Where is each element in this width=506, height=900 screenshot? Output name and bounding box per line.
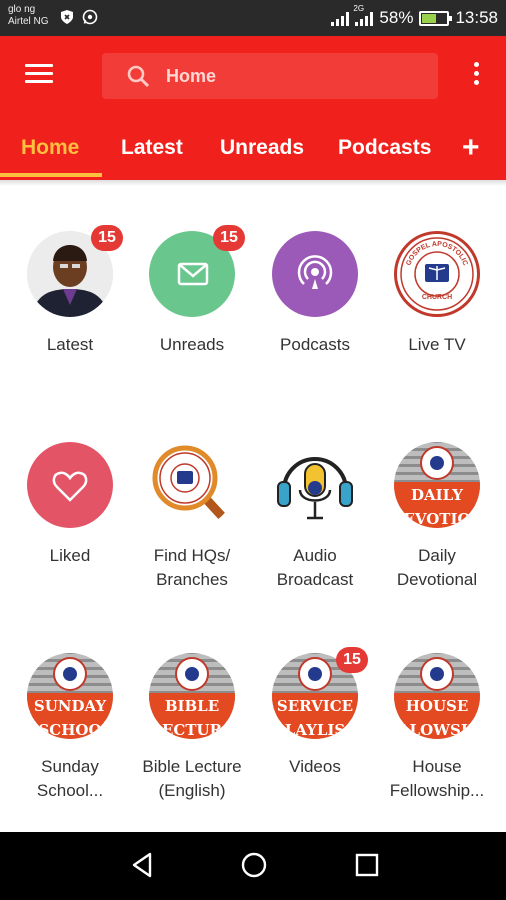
carrier-1: glo ng bbox=[8, 4, 36, 15]
network-type: 2G bbox=[353, 4, 365, 13]
thumb-banner-2: SCHOO bbox=[27, 717, 113, 739]
tile-label-line2: Broadcast bbox=[276, 570, 354, 589]
whatsapp-icon bbox=[82, 9, 98, 25]
tile-label-line1: House bbox=[412, 757, 462, 776]
overflow-menu-icon[interactable] bbox=[472, 62, 480, 92]
tile-live-tv[interactable]: GOSPEL APOSTOLIC CHURCH Live TV bbox=[376, 231, 498, 357]
tab-podcasts[interactable]: Podcasts bbox=[338, 126, 431, 176]
thumb-banner-2: LAYLIS bbox=[272, 717, 358, 739]
tile-label: Videos bbox=[289, 757, 341, 776]
tile-label: Bible Lecture (English) bbox=[131, 755, 253, 803]
tile-label: Daily Devotional bbox=[376, 544, 498, 592]
tile-liked[interactable]: Liked bbox=[9, 442, 131, 568]
tile-label: Latest bbox=[46, 335, 94, 354]
tile-audio-broadcast[interactable]: Audio Broadcast bbox=[254, 442, 376, 592]
tile-bible-lecture[interactable]: BIBLE ECTUR Bible Lecture (English) bbox=[131, 653, 253, 803]
add-tab-button[interactable]: + bbox=[462, 126, 480, 170]
unread-count-badge: 15 bbox=[213, 225, 245, 251]
headphone-mic-icon bbox=[272, 442, 358, 528]
search-icon bbox=[127, 65, 150, 88]
hamburger-menu-icon[interactable] bbox=[25, 64, 53, 88]
search-input-text: Home bbox=[166, 65, 217, 86]
tile-label-line2: Fellowship... bbox=[389, 781, 485, 800]
battery-icon bbox=[419, 10, 453, 26]
tile-videos[interactable]: SERVICE LAYLIS 15 Videos bbox=[254, 647, 376, 779]
tab-home[interactable]: Home bbox=[21, 126, 79, 176]
system-nav-bar bbox=[0, 832, 506, 900]
unread-count-badge: 15 bbox=[336, 647, 368, 673]
tile-label: Podcasts bbox=[280, 335, 350, 354]
thumb-banner-2: ECTUR bbox=[149, 717, 235, 739]
search-bar[interactable]: Home bbox=[102, 53, 438, 99]
thumb-banner-2: LLOWSH bbox=[394, 717, 480, 739]
tile-label-line1: Find HQs/ bbox=[153, 546, 231, 565]
shield-icon bbox=[61, 10, 73, 24]
tile-label: Audio Broadcast bbox=[254, 544, 376, 592]
tile-find-hqs[interactable]: Find HQs/ Branches bbox=[131, 442, 253, 592]
battery-percent: 58% bbox=[379, 8, 414, 27]
tile-label: Live TV bbox=[408, 335, 466, 354]
podcast-icon bbox=[272, 231, 358, 317]
signal-1-icon bbox=[331, 10, 350, 26]
tile-label-line2: (English) bbox=[158, 781, 226, 800]
tile-label: Liked bbox=[49, 546, 91, 565]
tile-daily-devotional[interactable]: DAILY EVOTIO Daily Devotional bbox=[376, 442, 498, 592]
tile-label: Unreads bbox=[159, 335, 225, 354]
tile-label-line1: Sunday bbox=[41, 757, 99, 776]
thumb-banner-2: EVOTIO bbox=[394, 506, 480, 528]
clock: 13:58 bbox=[455, 8, 498, 27]
seal-bottom-text: CHURCH bbox=[422, 294, 452, 301]
house-fellowship-thumb: HOUSE LLOWSH bbox=[394, 653, 480, 739]
thumb-banner-1: HOUSE bbox=[394, 693, 480, 719]
tile-sunday-school[interactable]: SUNDAY SCHOO Sunday School... bbox=[9, 653, 131, 803]
carrier-names: glo ng Airtel NG bbox=[8, 4, 49, 28]
signal-2-icon: 2G bbox=[353, 4, 374, 26]
back-icon[interactable] bbox=[128, 850, 158, 880]
tile-label-line2: Branches bbox=[156, 570, 228, 589]
tab-latest[interactable]: Latest bbox=[121, 126, 183, 176]
unread-count-badge: 15 bbox=[91, 225, 123, 251]
tile-label: House Fellowship... bbox=[376, 755, 498, 803]
battery-level-fill bbox=[422, 13, 437, 23]
tile-label: Sunday School... bbox=[9, 755, 131, 803]
tile-label-line1: Bible Lecture bbox=[142, 757, 242, 776]
sunday-school-thumb: SUNDAY SCHOO bbox=[27, 653, 113, 739]
tile-label: Find HQs/ Branches bbox=[131, 544, 253, 592]
thumb-banner-1: SERVICE bbox=[272, 693, 358, 719]
heart-icon bbox=[27, 442, 113, 528]
tile-podcasts[interactable]: Podcasts bbox=[254, 231, 376, 357]
tab-bar: Home Latest Unreads Podcasts + bbox=[0, 126, 506, 180]
thumb-banner-1: BIBLE bbox=[149, 693, 235, 719]
magnifier-seal-icon bbox=[149, 442, 235, 528]
bible-lecture-thumb: BIBLE ECTUR bbox=[149, 653, 235, 739]
thumb-banner-1: SUNDAY bbox=[27, 693, 113, 719]
tile-label-line1: Daily bbox=[418, 546, 456, 565]
tile-label-line2: Devotional bbox=[396, 570, 478, 589]
tile-house-fellowship[interactable]: HOUSE LLOWSH House Fellowship... bbox=[376, 653, 498, 803]
daily-devotional-thumb: DAILY EVOTIO bbox=[394, 442, 480, 528]
tab-unreads[interactable]: Unreads bbox=[220, 126, 304, 176]
tile-unreads[interactable]: 15 Unreads bbox=[131, 225, 253, 357]
recents-square-icon[interactable] bbox=[352, 850, 382, 880]
app-bar: Home Home Latest Unreads Podcasts + bbox=[0, 36, 506, 180]
carrier-2: Airtel NG bbox=[8, 16, 49, 27]
home-circle-icon[interactable] bbox=[239, 850, 269, 880]
active-tab-indicator bbox=[0, 173, 102, 177]
thumb-banner-1: DAILY bbox=[394, 482, 480, 508]
tile-label-line1: Audio bbox=[293, 546, 337, 565]
church-seal-logo: GOSPEL APOSTOLIC CHURCH bbox=[394, 231, 480, 317]
status-bar: glo ng Airtel NG 2G 58% 13:58 bbox=[0, 0, 506, 36]
tile-label-line2: School... bbox=[36, 781, 104, 800]
tile-latest[interactable]: 15 Latest bbox=[9, 225, 131, 357]
